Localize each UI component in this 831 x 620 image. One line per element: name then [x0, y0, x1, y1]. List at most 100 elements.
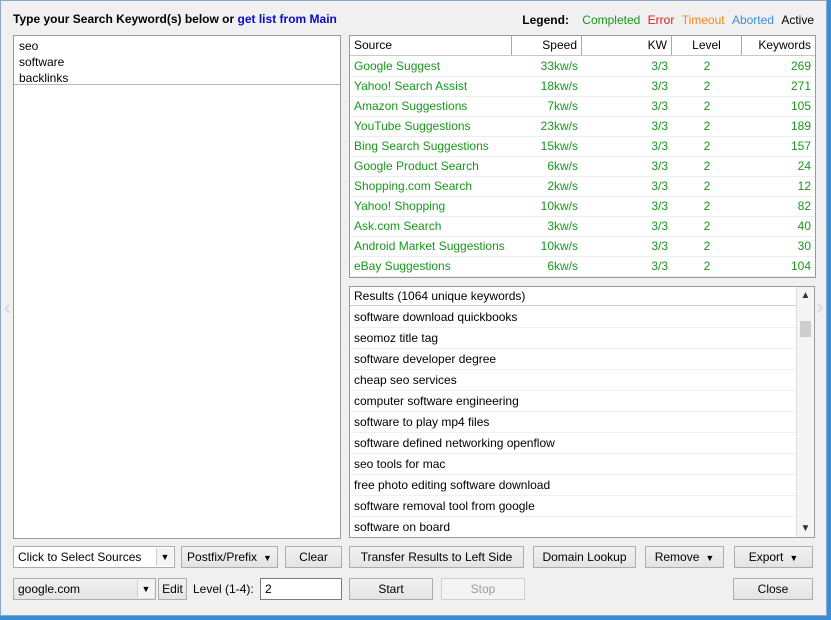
source-cell-source: YouTube Suggestions [354, 119, 471, 133]
source-row[interactable]: Google Suggest 33kw/s 3/3 2 269 [350, 56, 815, 77]
source-row[interactable]: eBay Suggestions 6kw/s 3/3 2 104 [350, 256, 815, 277]
source-cell-keywords: 271 [790, 79, 811, 93]
source-row[interactable]: Amazon Suggestions 7kw/s 3/3 2 105 [350, 96, 815, 117]
source-row[interactable]: Yahoo! Search Assist 18kw/s 3/3 2 271 [350, 76, 815, 97]
source-cell-keywords: 105 [790, 99, 811, 113]
legend-timeout: Timeout [681, 13, 725, 27]
source-cell-source: Shopping.com Search [354, 179, 473, 193]
source-cell-source: Google Product Search [354, 159, 479, 173]
source-cell-level: 2 [703, 99, 711, 113]
source-row[interactable]: Shopping.com Search 2kw/s 3/3 2 12 [350, 176, 815, 197]
keywords-divider [14, 84, 340, 85]
sources-table-header: Source Speed KW Level Keywords [350, 36, 815, 56]
engine-select[interactable]: google.com ▼ [13, 578, 156, 600]
header-prompt: Type your Search Keyword(s) below or [13, 12, 235, 26]
result-item[interactable]: software removal tool from google [350, 496, 796, 517]
source-cell-keywords: 82 [797, 199, 811, 213]
results-scrollbar[interactable]: ▲ ▼ [796, 287, 814, 537]
source-cell-kw: 3/3 [651, 259, 668, 273]
source-cell-kw: 3/3 [651, 199, 668, 213]
start-button[interactable]: Start [349, 578, 433, 600]
col-kw[interactable]: KW [582, 36, 672, 55]
source-row[interactable]: Google Product Search 6kw/s 3/3 2 24 [350, 156, 815, 177]
source-cell-source: Google Suggest [354, 59, 441, 73]
domain-lookup-button[interactable]: Domain Lookup [533, 546, 636, 568]
edit-button[interactable]: Edit [158, 578, 187, 600]
source-cell-level: 2 [703, 259, 711, 273]
result-item[interactable]: computer software engineering [350, 391, 796, 412]
result-item[interactable]: seomoz title tag [350, 328, 796, 349]
source-cell-speed: 33kw/s [540, 59, 578, 73]
result-item[interactable]: software to play mp4 files [350, 412, 796, 433]
col-speed[interactable]: Speed [512, 36, 582, 55]
source-cell-level: 2 [703, 179, 711, 193]
source-cell-level: 2 [703, 239, 711, 253]
source-cell-level: 2 [703, 199, 711, 213]
keyword-line: seo [19, 39, 39, 53]
source-cell-speed: 6kw/s [547, 159, 578, 173]
export-label: Export [748, 550, 784, 564]
source-cell-level: 2 [703, 219, 711, 233]
legend-label: Legend: [522, 13, 569, 27]
postfix-prefix-button[interactable]: Postfix/Prefix ▼ [181, 546, 278, 568]
source-cell-level: 2 [703, 119, 711, 133]
transfer-results-button[interactable]: Transfer Results to Left Side [349, 546, 524, 568]
remove-label: Remove [654, 550, 700, 564]
chevron-right-icon: › [816, 297, 823, 319]
source-cell-keywords: 104 [790, 259, 811, 273]
source-cell-kw: 3/3 [651, 239, 668, 253]
source-cell-kw: 3/3 [651, 139, 668, 153]
col-keywords[interactable]: Keywords [742, 36, 815, 55]
source-cell-kw: 3/3 [651, 99, 668, 113]
result-item[interactable]: software developer degree [350, 349, 796, 370]
source-row[interactable]: Android Market Suggestions 10kw/s 3/3 2 30 [350, 236, 815, 257]
scroll-down-icon[interactable]: ▼ [797, 520, 814, 537]
scroll-up-icon[interactable]: ▲ [797, 287, 814, 304]
result-item[interactable]: software defined networking openflow [350, 433, 796, 454]
level-input[interactable]: 2 [260, 578, 342, 600]
source-cell-keywords: 30 [797, 239, 811, 253]
source-row[interactable]: YouTube Suggestions 23kw/s 3/3 2 189 [350, 116, 815, 137]
result-item[interactable]: free photo editing software download [350, 475, 796, 496]
scroll-thumb[interactable] [800, 321, 811, 337]
clear-button[interactable]: Clear [285, 546, 342, 568]
source-cell-source: Amazon Suggestions [354, 99, 468, 113]
result-item[interactable]: software on board [350, 517, 796, 537]
source-row[interactable]: Yahoo! Shopping 10kw/s 3/3 2 82 [350, 196, 815, 217]
source-cell-speed: 3kw/s [547, 219, 578, 233]
results-items: software download quickbooks seomoz title… [350, 307, 796, 537]
close-button[interactable]: Close [733, 578, 813, 600]
source-cell-kw: 3/3 [651, 159, 668, 173]
source-row[interactable]: Ask.com Search 3kw/s 3/3 2 40 [350, 216, 815, 237]
source-cell-source: Bing Search Suggestions [354, 139, 489, 153]
legend: Legend: Completed Error Timeout Aborted … [522, 13, 814, 27]
source-cell-speed: 7kw/s [547, 99, 578, 113]
sources-select[interactable]: Click to Select Sources ▼ [13, 546, 175, 568]
source-cell-speed: 6kw/s [547, 259, 578, 273]
result-item[interactable]: cheap seo services [350, 370, 796, 391]
source-row[interactable]: Bing Search Suggestions 15kw/s 3/3 2 157 [350, 136, 815, 157]
result-item[interactable]: seo tools for mac [350, 454, 796, 475]
results-list[interactable]: Results (1064 unique keywords) software … [349, 286, 815, 538]
source-cell-speed: 10kw/s [540, 199, 578, 213]
source-cell-speed: 15kw/s [540, 139, 578, 153]
postfix-prefix-label: Postfix/Prefix [187, 550, 258, 564]
result-item[interactable]: software download quickbooks [350, 307, 796, 328]
col-level[interactable]: Level [672, 36, 742, 55]
stop-button[interactable]: Stop [441, 578, 525, 600]
source-cell-source: eBay Suggestions [354, 259, 451, 273]
source-cell-source: Ask.com Search [354, 219, 442, 233]
export-button[interactable]: Export ▼ [734, 546, 813, 568]
get-list-link[interactable]: get list from Main [238, 12, 337, 26]
source-cell-speed: 2kw/s [547, 179, 578, 193]
source-cell-level: 2 [703, 59, 711, 73]
source-cell-speed: 18kw/s [540, 79, 578, 93]
source-cell-keywords: 269 [790, 59, 811, 73]
keywords-input[interactable]: seo software backlinks [13, 35, 341, 539]
chevron-left-icon: ‹ [4, 297, 11, 319]
source-cell-kw: 3/3 [651, 59, 668, 73]
source-cell-source: Yahoo! Shopping [354, 199, 446, 213]
remove-button[interactable]: Remove ▼ [645, 546, 724, 568]
col-source[interactable]: Source [350, 36, 512, 55]
header-instruction: Type your Search Keyword(s) below or get… [13, 12, 337, 26]
